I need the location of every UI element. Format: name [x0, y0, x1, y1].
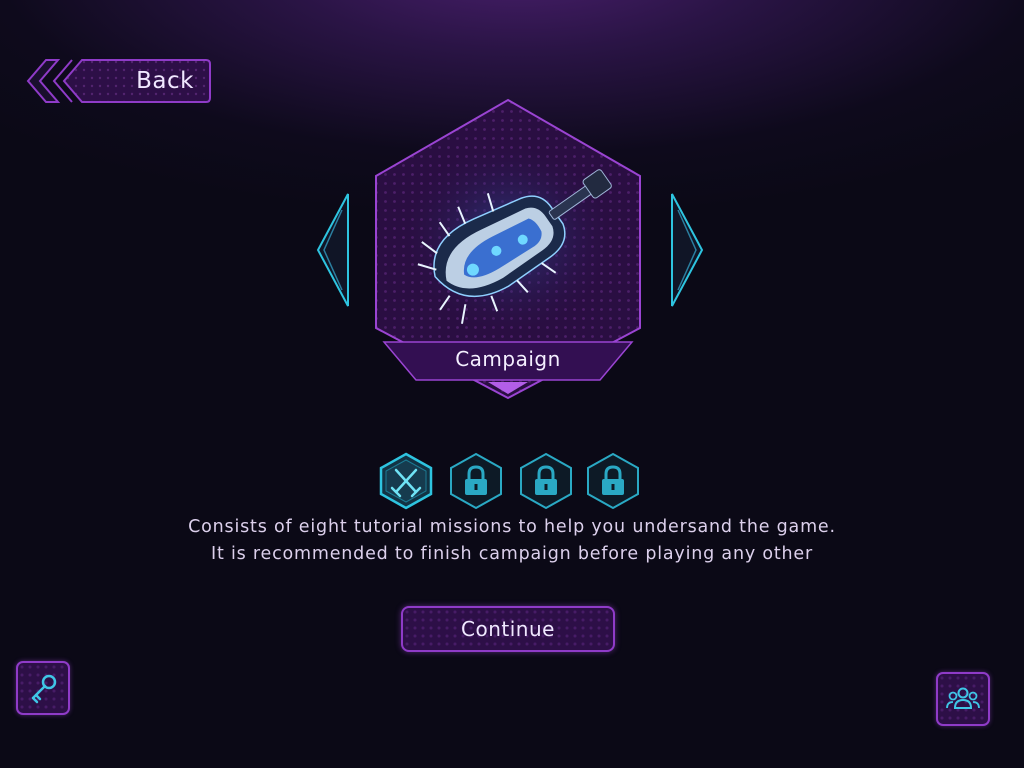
previous-mode-arrow[interactable]: [314, 192, 352, 312]
description-line-2: It is recommended to finish campaign bef…: [211, 544, 813, 564]
continue-label: Continue: [461, 617, 555, 641]
continue-button[interactable]: Continue: [401, 606, 615, 652]
people-icon: [946, 687, 980, 709]
next-mode-arrow[interactable]: [668, 192, 706, 312]
key-icon: [31, 674, 57, 704]
mission-1-unlocked[interactable]: [378, 452, 434, 510]
description-line-1: Consists of eight tutorial missions to h…: [188, 517, 836, 537]
mission-4-locked[interactable]: [585, 452, 641, 510]
mission-3-locked[interactable]: [518, 452, 574, 510]
players-button[interactable]: [936, 672, 990, 726]
mission-list: [378, 452, 640, 510]
key-button[interactable]: [16, 661, 70, 715]
mission-2-locked[interactable]: [448, 452, 504, 510]
mode-description: Consists of eight tutorial missions to h…: [0, 514, 1024, 568]
game-mode-card[interactable]: Campaign: [372, 98, 644, 402]
back-button[interactable]: Back: [24, 58, 214, 104]
back-label: Back: [136, 68, 194, 94]
game-mode-title: Campaign: [455, 347, 561, 371]
